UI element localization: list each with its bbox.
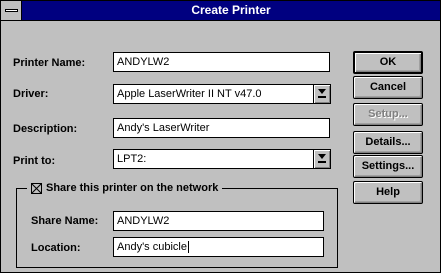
driver-dropdown-button[interactable] <box>313 85 330 103</box>
system-menu-icon <box>5 9 18 12</box>
print-to-combobox[interactable]: LPT2: <box>113 149 331 169</box>
print-to-dropdown-button[interactable] <box>313 150 330 168</box>
location-label: Location: <box>31 242 81 254</box>
checkmark-x-icon <box>32 183 41 193</box>
share-group-legend: Share this printer on the network <box>27 181 223 195</box>
driver-value: Apple LaserWriter II NT v47.0 <box>117 88 262 100</box>
window-title: Create Printer <box>191 3 271 17</box>
print-to-value: LPT2: <box>117 153 147 165</box>
share-checkbox[interactable] <box>31 182 42 194</box>
ok-button[interactable]: OK <box>353 51 423 74</box>
help-button[interactable]: Help <box>353 181 423 204</box>
dropdown-arrow-icon <box>318 89 326 98</box>
share-checkbox-label[interactable]: Share this printer on the network <box>46 181 218 195</box>
driver-label: Driver: <box>13 88 49 100</box>
share-name-label: Share Name: <box>31 215 99 227</box>
text-caret <box>187 241 189 254</box>
printer-name-field[interactable]: ANDYLW2 <box>113 52 330 72</box>
description-label: Description: <box>13 123 78 135</box>
setup-button[interactable]: Setup... <box>353 103 423 126</box>
printer-name-label: Printer Name: <box>13 57 86 69</box>
create-printer-dialog: Create Printer Printer Name: ANDYLW2 Dri… <box>0 0 441 273</box>
system-menu-box[interactable] <box>1 1 22 20</box>
driver-combobox[interactable]: Apple LaserWriter II NT v47.0 <box>113 84 331 104</box>
share-name-field[interactable]: ANDYLW2 <box>113 211 324 231</box>
settings-button[interactable]: Settings... <box>353 155 423 178</box>
details-button[interactable]: Details... <box>353 131 423 154</box>
cancel-button[interactable]: Cancel <box>353 76 423 99</box>
location-value: Andy's cubicle <box>117 241 187 253</box>
title-bar[interactable]: Create Printer <box>1 1 440 21</box>
description-field[interactable]: Andy's LaserWriter <box>113 118 330 138</box>
print-to-label: Print to: <box>13 155 56 167</box>
dropdown-arrow-icon <box>318 154 326 163</box>
location-field[interactable]: Andy's cubicle <box>113 237 324 257</box>
